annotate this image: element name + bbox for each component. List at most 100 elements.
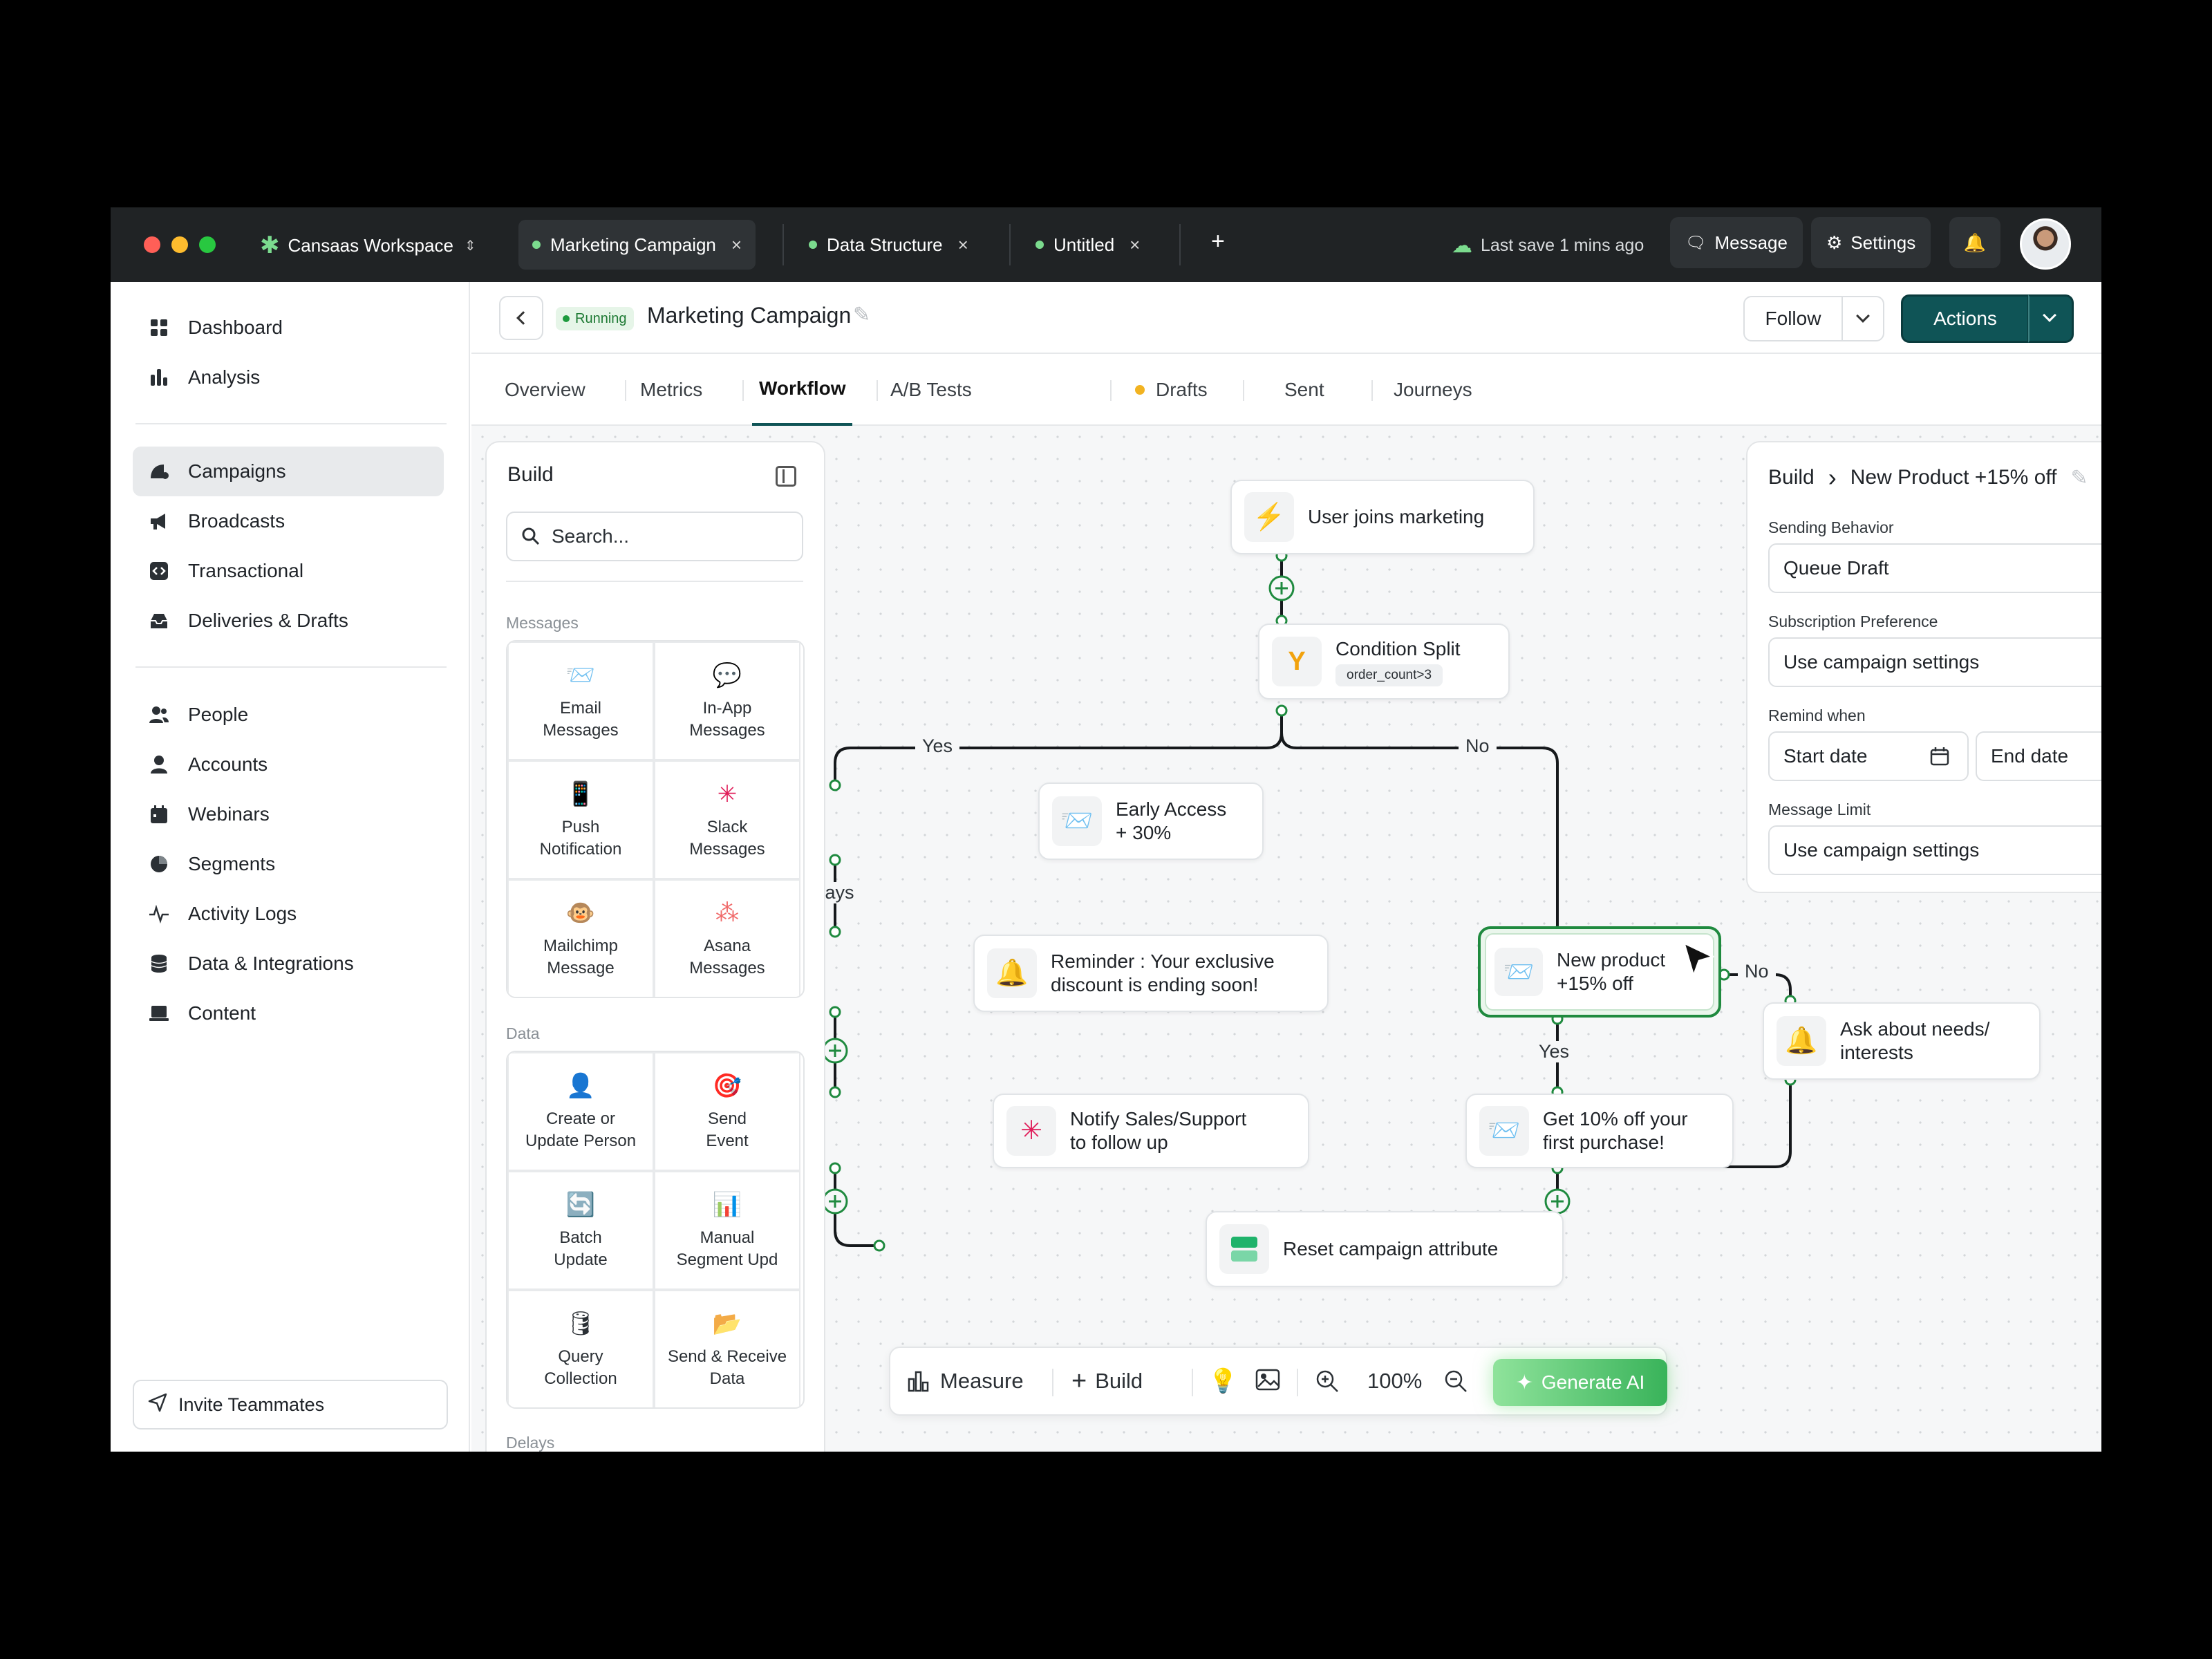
tile-line1: Manual bbox=[700, 1228, 755, 1247]
tile-in-app-messages[interactable]: 💬 In-App Messages bbox=[654, 641, 800, 760]
collapse-panel-icon[interactable] bbox=[776, 466, 796, 487]
measure-button[interactable]: Measure bbox=[907, 1353, 1024, 1409]
tile-line1: Send bbox=[707, 1109, 747, 1128]
tile-slack-messages[interactable]: ✳ Slack Messages bbox=[654, 760, 800, 879]
asana-icon: ⁂ bbox=[715, 900, 739, 926]
sidebar-item-dashboard[interactable]: Dashboard bbox=[133, 303, 444, 353]
tab-data-structure[interactable]: Data Structure × bbox=[795, 220, 982, 270]
invite-label: Invite Teammates bbox=[178, 1394, 325, 1415]
sidebar-item-broadcasts[interactable]: Broadcasts bbox=[133, 496, 444, 546]
grid-icon bbox=[148, 317, 170, 339]
subscription-select[interactable]: Use campaign settings bbox=[1768, 637, 2101, 687]
minimize-window-button[interactable] bbox=[171, 236, 188, 253]
edit-title-icon[interactable]: ✎ bbox=[853, 303, 870, 327]
workflow-node-reset-attribute[interactable]: Reset campaign attribute bbox=[1206, 1211, 1564, 1287]
sidebar-item-data-integrations[interactable]: Data & Integrations bbox=[133, 939, 444, 988]
zoom-level: 100% bbox=[1367, 1369, 1423, 1393]
status-dot bbox=[809, 241, 817, 249]
tab-journeys[interactable]: Journeys bbox=[1394, 354, 1472, 426]
zoom-out-icon[interactable] bbox=[1443, 1369, 1468, 1397]
tab-marketing-campaign[interactable]: Marketing Campaign × bbox=[518, 220, 756, 270]
pie-icon bbox=[148, 853, 170, 875]
tab-overview[interactable]: Overview bbox=[505, 354, 585, 426]
sidebar-item-segments[interactable]: Segments bbox=[133, 839, 444, 889]
tile-create-update-person[interactable]: 👤 Create or Update Person bbox=[507, 1052, 654, 1171]
tab-metrics[interactable]: Metrics bbox=[640, 354, 702, 426]
tile-mailchimp-message[interactable]: 🐵 Mailchimp Message bbox=[507, 879, 654, 997]
tab-ab-tests[interactable]: A/B Tests bbox=[890, 354, 972, 426]
sidebar-item-content[interactable]: Content bbox=[133, 988, 444, 1038]
follow-dropdown-button[interactable] bbox=[1841, 296, 1884, 341]
close-tab-icon[interactable]: × bbox=[731, 234, 742, 256]
workflow-node-trigger[interactable]: ⚡ User joins marketing bbox=[1230, 480, 1535, 554]
edge-label-yes: Yes bbox=[1532, 1041, 1577, 1062]
invite-teammates-button[interactable]: Invite Teammates bbox=[133, 1380, 448, 1430]
sending-behavior-select[interactable]: Queue Draft bbox=[1768, 543, 2101, 593]
sidebar-item-label: Content bbox=[188, 1002, 256, 1024]
workflow-node-early-access[interactable]: 📨 Early Access + 30% bbox=[1038, 782, 1264, 860]
tab-untitled[interactable]: Untitled × bbox=[1022, 220, 1154, 270]
close-tab-icon[interactable]: × bbox=[958, 234, 968, 256]
build-search-input[interactable]: Search... bbox=[506, 512, 803, 561]
maximize-window-button[interactable] bbox=[199, 236, 216, 253]
tab-drafts[interactable]: Drafts bbox=[1135, 354, 1208, 426]
workflow-node-ask-needs[interactable]: 🔔 Ask about needs/ interests bbox=[1763, 1002, 2041, 1080]
breadcrumb-current: New Product +15% off bbox=[1850, 466, 2057, 489]
message-button[interactable]: 🗨 Message bbox=[1670, 217, 1803, 268]
message-limit-select[interactable]: Use campaign settings bbox=[1768, 825, 2101, 875]
sidebar-item-deliveries[interactable]: Deliveries & Drafts bbox=[133, 596, 444, 646]
lightbulb-icon[interactable]: 💡 bbox=[1208, 1367, 1237, 1395]
tile-query-collection[interactable]: 🛢 Query Collection bbox=[507, 1290, 654, 1407]
tile-email-messages[interactable]: 📨 Email Messages bbox=[507, 641, 654, 760]
sidebar-item-campaigns[interactable]: Campaigns bbox=[133, 447, 444, 496]
end-date-input[interactable]: End date bbox=[1976, 731, 2101, 781]
tile-send-receive-data[interactable]: 📂 Send & Receive Data bbox=[654, 1290, 800, 1407]
tile-push-notification[interactable]: 📱 Push Notification bbox=[507, 760, 654, 879]
back-button[interactable] bbox=[499, 296, 543, 340]
bell-icon: 🔔 bbox=[1777, 1016, 1826, 1066]
sidebar-item-analysis[interactable]: Analysis bbox=[133, 353, 444, 402]
sidebar-item-people[interactable]: People bbox=[133, 690, 444, 740]
data-grid: 👤 Create or Update Person 🎯 Send Event 🔄 Batc… bbox=[506, 1051, 805, 1409]
start-date-input[interactable]: Start date bbox=[1768, 731, 1969, 781]
breadcrumb-root[interactable]: Build bbox=[1768, 466, 1815, 489]
build-button[interactable]: + Build bbox=[1071, 1353, 1143, 1409]
zoom-in-icon[interactable] bbox=[1315, 1369, 1340, 1397]
tile-manual-segment[interactable]: 📊 Manual Segment Upd bbox=[654, 1171, 800, 1290]
tab-sent[interactable]: Sent bbox=[1284, 354, 1324, 426]
workflow-canvas[interactable]: Yes No 2 days No Yes ⚡ User joins market… bbox=[471, 426, 2101, 1452]
sidebar-item-activity-logs[interactable]: Activity Logs bbox=[133, 889, 444, 939]
tile-line1: Mailchimp bbox=[543, 937, 619, 955]
tile-batch-update[interactable]: 🔄 Batch Update bbox=[507, 1171, 654, 1290]
tab-label: Metrics bbox=[640, 379, 703, 400]
actions-button[interactable]: Actions bbox=[1901, 294, 2030, 343]
workflow-node-condition-split[interactable]: Y Condition Split order_count>3 bbox=[1258, 624, 1510, 700]
sidebar-item-webinars[interactable]: Webinars bbox=[133, 789, 444, 839]
workflow-node-reminder[interactable]: 🔔 Reminder : Your exclusive discount is … bbox=[973, 935, 1329, 1012]
campaign-tabs: Overview Metrics Workflow A/B Tests Draf… bbox=[471, 354, 2101, 426]
chevron-right-icon: › bbox=[1828, 463, 1837, 491]
tile-send-event[interactable]: 🎯 Send Event bbox=[654, 1052, 800, 1171]
settings-button[interactable]: ⚙ Settings bbox=[1811, 217, 1931, 268]
actions-dropdown-button[interactable] bbox=[2028, 294, 2074, 343]
new-tab-button[interactable]: + bbox=[1211, 228, 1225, 255]
tab-workflow[interactable]: Workflow bbox=[752, 354, 853, 426]
workflow-node-notify-sales[interactable]: ✳ Notify Sales/Support to follow up bbox=[993, 1094, 1309, 1168]
people-icon bbox=[148, 704, 170, 726]
notifications-button[interactable]: 🔔 bbox=[1949, 217, 2000, 268]
edit-icon[interactable]: ✎ bbox=[2071, 466, 2088, 490]
avatar[interactable] bbox=[2020, 218, 2071, 270]
close-window-button[interactable] bbox=[144, 236, 160, 253]
tile-line2: Update bbox=[554, 1250, 608, 1269]
tile-line1: Query bbox=[558, 1347, 603, 1366]
close-tab-icon[interactable]: × bbox=[1130, 234, 1140, 256]
tile-asana-messages[interactable]: ⁂ Asana Messages bbox=[654, 879, 800, 997]
workflow-node-get-10-off[interactable]: 📨 Get 10% off your first purchase! bbox=[1465, 1094, 1734, 1168]
follow-button[interactable]: Follow bbox=[1743, 296, 1843, 341]
generate-ai-button[interactable]: ✦ Generate AI bbox=[1493, 1359, 1667, 1406]
sidebar-item-accounts[interactable]: Accounts bbox=[133, 740, 444, 789]
workspace-switcher[interactable]: ✱ Cansaas Workspace ⇕ bbox=[260, 228, 476, 263]
edge-label-no: No bbox=[1738, 961, 1776, 982]
image-icon[interactable] bbox=[1255, 1367, 1280, 1396]
sidebar-item-transactional[interactable]: Transactional bbox=[133, 546, 444, 596]
